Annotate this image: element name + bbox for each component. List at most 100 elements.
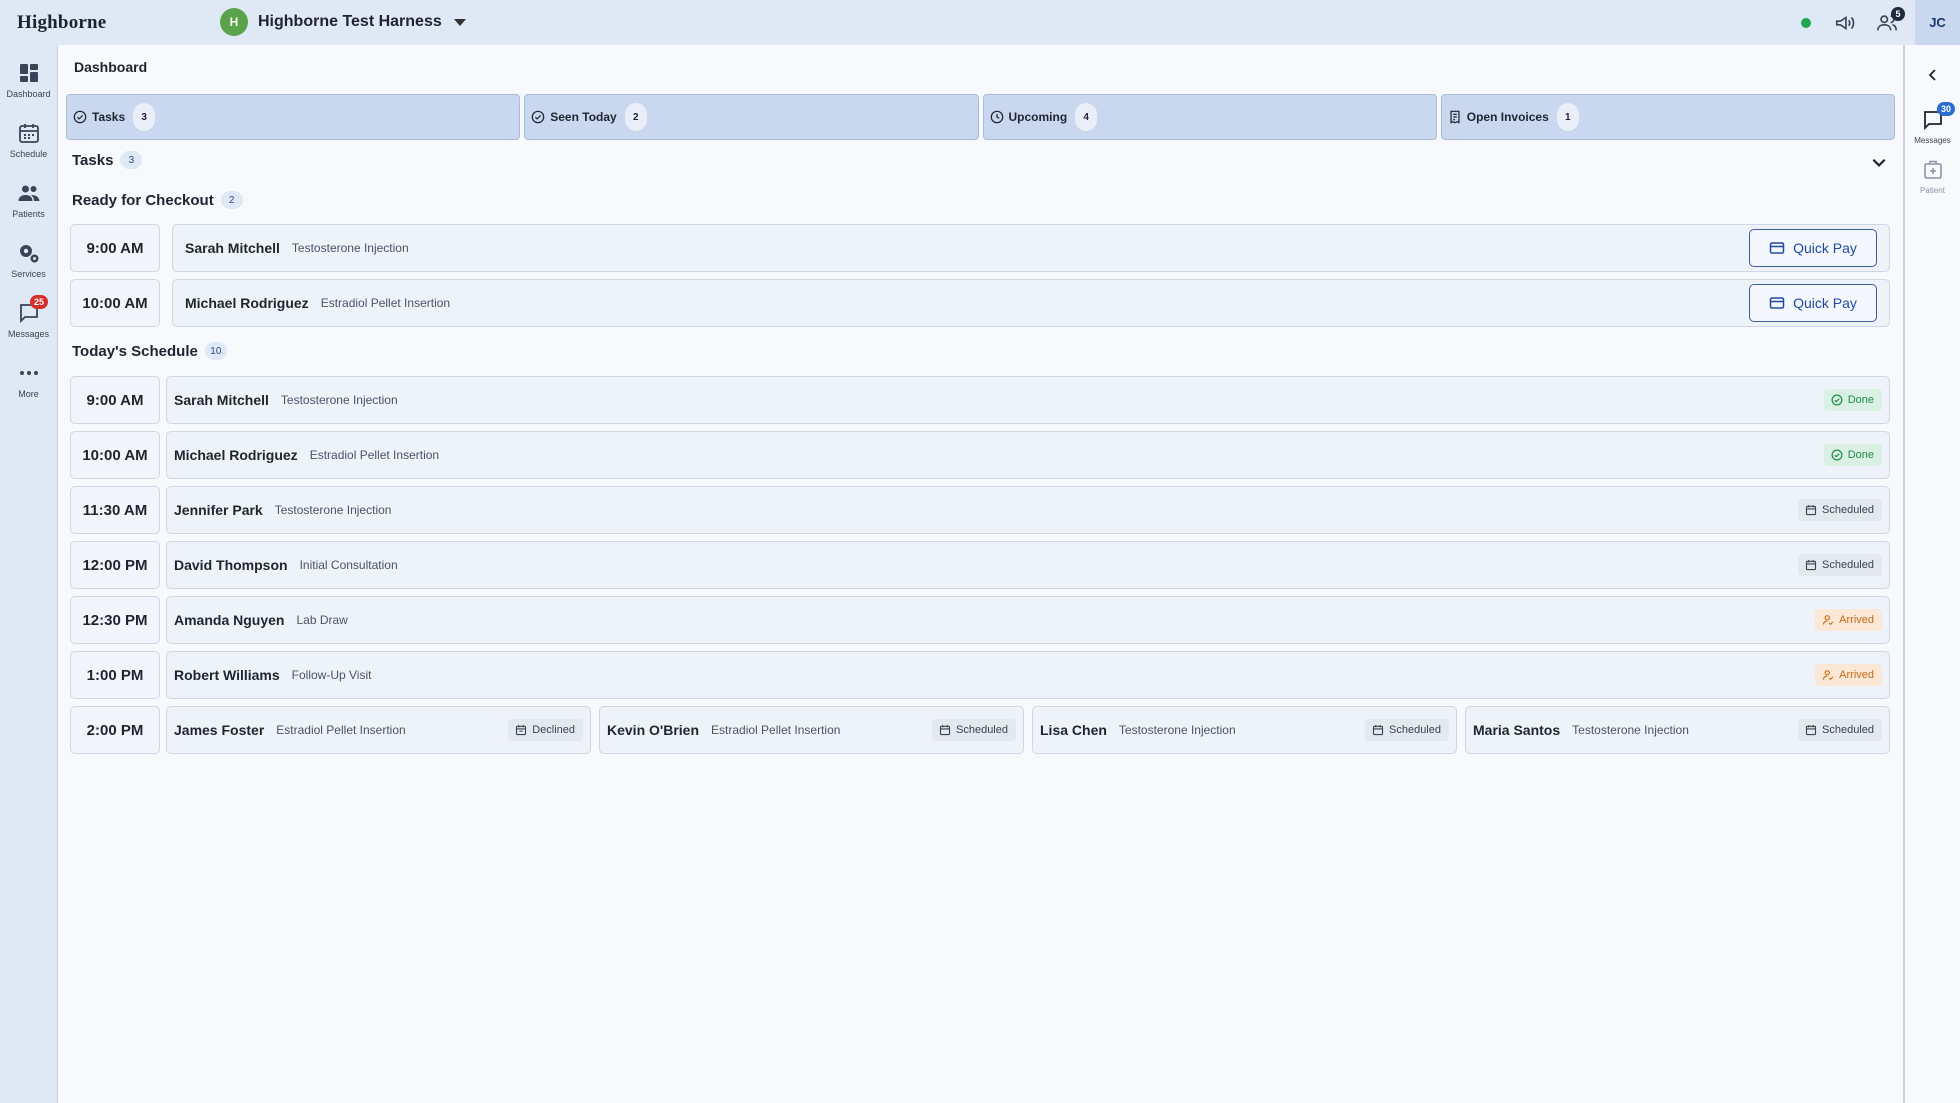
appointment-card[interactable]: Jennifer Park Testosterone Injection Sch… xyxy=(166,486,1890,534)
patient-name[interactable]: Michael Rodriguez xyxy=(185,295,309,311)
status-badge: Scheduled xyxy=(1798,499,1882,521)
patient-name[interactable]: Sarah Mitchell xyxy=(185,240,280,256)
appointment-card[interactable]: Lisa Chen Testosterone Injection Schedul… xyxy=(1032,706,1457,754)
status-badge: Arrived xyxy=(1815,664,1882,686)
tab-count: 2 xyxy=(624,103,647,131)
checkout-row: 10:00 AM Michael Rodriguez Estradiol Pel… xyxy=(70,279,1890,327)
tab-tasks[interactable]: Tasks 3 xyxy=(66,94,521,140)
rail-item-patient[interactable]: Patient xyxy=(1905,158,1960,195)
appointment-time: 9:00 AM xyxy=(70,376,160,424)
patient-name[interactable]: David Thompson xyxy=(174,557,288,573)
nav-label: Dashboard xyxy=(6,89,51,99)
more-icon xyxy=(19,371,38,375)
top-bar: Highborne H Highborne Test Harness 5 JC xyxy=(0,0,1960,45)
status-label: Scheduled xyxy=(1822,504,1874,516)
user-avatar[interactable]: JC xyxy=(1915,0,1960,45)
appointment-card[interactable]: David Thompson Initial Consultation Sche… xyxy=(166,541,1890,589)
calendar-icon xyxy=(1805,560,1817,571)
chevron-left-icon[interactable] xyxy=(1925,67,1941,83)
rail-item-messages[interactable]: 30 Messages xyxy=(1905,102,1960,145)
service-name: Estradiol Pellet Insertion xyxy=(320,296,451,310)
calendar-icon xyxy=(1805,725,1817,736)
status-label: Done xyxy=(1847,394,1874,406)
org-name: Highborne Test Harness xyxy=(258,13,442,30)
appointment-card[interactable]: Kevin O'Brien Estradiol Pellet Insertion… xyxy=(599,706,1024,754)
nav-item-messages[interactable]: 25 Messages xyxy=(0,293,57,349)
checkout-card[interactable]: Sarah Mitchell Testosterone Injection Qu… xyxy=(172,224,1890,272)
tab-upcoming[interactable]: Upcoming 4 xyxy=(982,94,1437,140)
appointment-card[interactable]: Michael Rodriguez Estradiol Pellet Inser… xyxy=(166,431,1890,479)
service-name: Testosterone Injection xyxy=(280,393,398,407)
checkout-card[interactable]: Michael Rodriguez Estradiol Pellet Inser… xyxy=(172,279,1890,327)
nav-item-schedule[interactable]: Schedule xyxy=(0,113,57,169)
nav-label: Schedule xyxy=(9,149,48,159)
patient-name[interactable]: James Foster xyxy=(174,722,264,738)
right-rail: 30 Messages Patient xyxy=(1903,45,1960,1103)
appointment-card[interactable]: Sarah Mitchell Testosterone Injection Do… xyxy=(166,376,1890,424)
people-queue-icon[interactable]: 5 xyxy=(1873,6,1905,37)
status-badge: Scheduled xyxy=(1798,719,1882,741)
service-name: Initial Consultation xyxy=(299,558,398,572)
patient-name[interactable]: Michael Rodriguez xyxy=(174,447,298,463)
checkout-title: Ready for Checkout xyxy=(72,191,214,209)
megaphone-icon[interactable] xyxy=(1831,9,1859,37)
appointment-card[interactable]: Amanda Nguyen Lab Draw Arrived xyxy=(166,596,1890,644)
status-badge: Done xyxy=(1823,444,1882,466)
caret-down-icon xyxy=(453,18,466,26)
service-name: Testosterone Injection xyxy=(274,503,392,517)
quick-pay-button[interactable]: Quick Pay xyxy=(1749,284,1877,322)
patient-name[interactable]: Jennifer Park xyxy=(174,502,263,518)
patient-name[interactable]: Sarah Mitchell xyxy=(174,392,269,408)
status-label: Scheduled xyxy=(1822,724,1874,736)
nav-item-services[interactable]: Services xyxy=(0,233,57,289)
patient-name[interactable]: Kevin O'Brien xyxy=(607,722,699,738)
chevron-down-icon[interactable] xyxy=(1870,153,1888,171)
nav-item-patients[interactable]: Patients xyxy=(0,173,57,229)
status-badge: Arrived xyxy=(1815,609,1882,631)
status-label: Done xyxy=(1847,449,1874,461)
status-label: Scheduled xyxy=(1822,559,1874,571)
schedule-title: Today's Schedule xyxy=(72,342,198,360)
appointment-card[interactable]: Maria Santos Testosterone Injection Sche… xyxy=(1465,706,1890,754)
appointment-card[interactable]: James Foster Estradiol Pellet Insertion … xyxy=(166,706,591,754)
tab-count: 3 xyxy=(133,103,156,131)
patient-chart-icon xyxy=(1923,160,1942,179)
schedule-row: 2:00 PM James Foster Estradiol Pellet In… xyxy=(70,706,1890,754)
app-logo[interactable]: Highborne xyxy=(17,12,106,34)
nav-item-more[interactable]: More xyxy=(0,353,57,409)
tab-open-invoices[interactable]: Open Invoices 1 xyxy=(1440,94,1895,140)
main-area: Dashboard Tasks 3 Seen Today 2 Upcoming … xyxy=(58,45,1903,1103)
quick-pay-button[interactable]: Quick Pay xyxy=(1749,229,1877,267)
status-label: Arrived xyxy=(1839,669,1874,681)
patient-name[interactable]: Maria Santos xyxy=(1473,722,1560,738)
person-arrived-icon xyxy=(1823,615,1834,626)
people-badge: 5 xyxy=(1891,6,1905,21)
person-arrived-icon xyxy=(1823,670,1834,681)
nav-item-dashboard[interactable]: Dashboard xyxy=(0,53,57,109)
calendar-icon xyxy=(1372,725,1384,736)
status-badge: Declined xyxy=(508,719,583,741)
appointment-time: 12:30 PM xyxy=(70,596,160,644)
schedule-row: 10:00 AM Michael Rodriguez Estradiol Pel… xyxy=(70,431,1890,479)
tab-label: Upcoming xyxy=(1008,110,1068,124)
checkout-header: Ready for Checkout 2 xyxy=(72,191,243,209)
left-nav: Dashboard Schedule Patients Services 25 … xyxy=(0,45,58,1103)
tab-seen-today[interactable]: Seen Today 2 xyxy=(524,94,979,140)
appointment-time: 10:00 AM xyxy=(70,431,160,479)
patient-name[interactable]: Lisa Chen xyxy=(1040,722,1107,738)
org-switcher[interactable]: H Highborne Test Harness xyxy=(220,8,466,36)
gear-icon xyxy=(19,245,38,263)
rail-label: Patient xyxy=(1920,186,1945,195)
appointment-card[interactable]: Robert Williams Follow-Up Visit Arrived xyxy=(166,651,1890,699)
service-name: Estradiol Pellet Insertion xyxy=(276,723,406,737)
calendar-icon xyxy=(18,124,39,143)
org-avatar: H xyxy=(220,8,248,36)
tasks-count-badge: 3 xyxy=(120,151,143,169)
calendar-icon xyxy=(939,725,951,736)
service-name: Lab Draw xyxy=(296,613,348,627)
online-status-dot xyxy=(1801,17,1811,28)
nav-label: Messages xyxy=(7,329,50,339)
patient-name[interactable]: Robert Williams xyxy=(174,667,280,683)
patient-name[interactable]: Amanda Nguyen xyxy=(174,612,284,628)
appointment-time: 11:30 AM xyxy=(70,486,160,534)
